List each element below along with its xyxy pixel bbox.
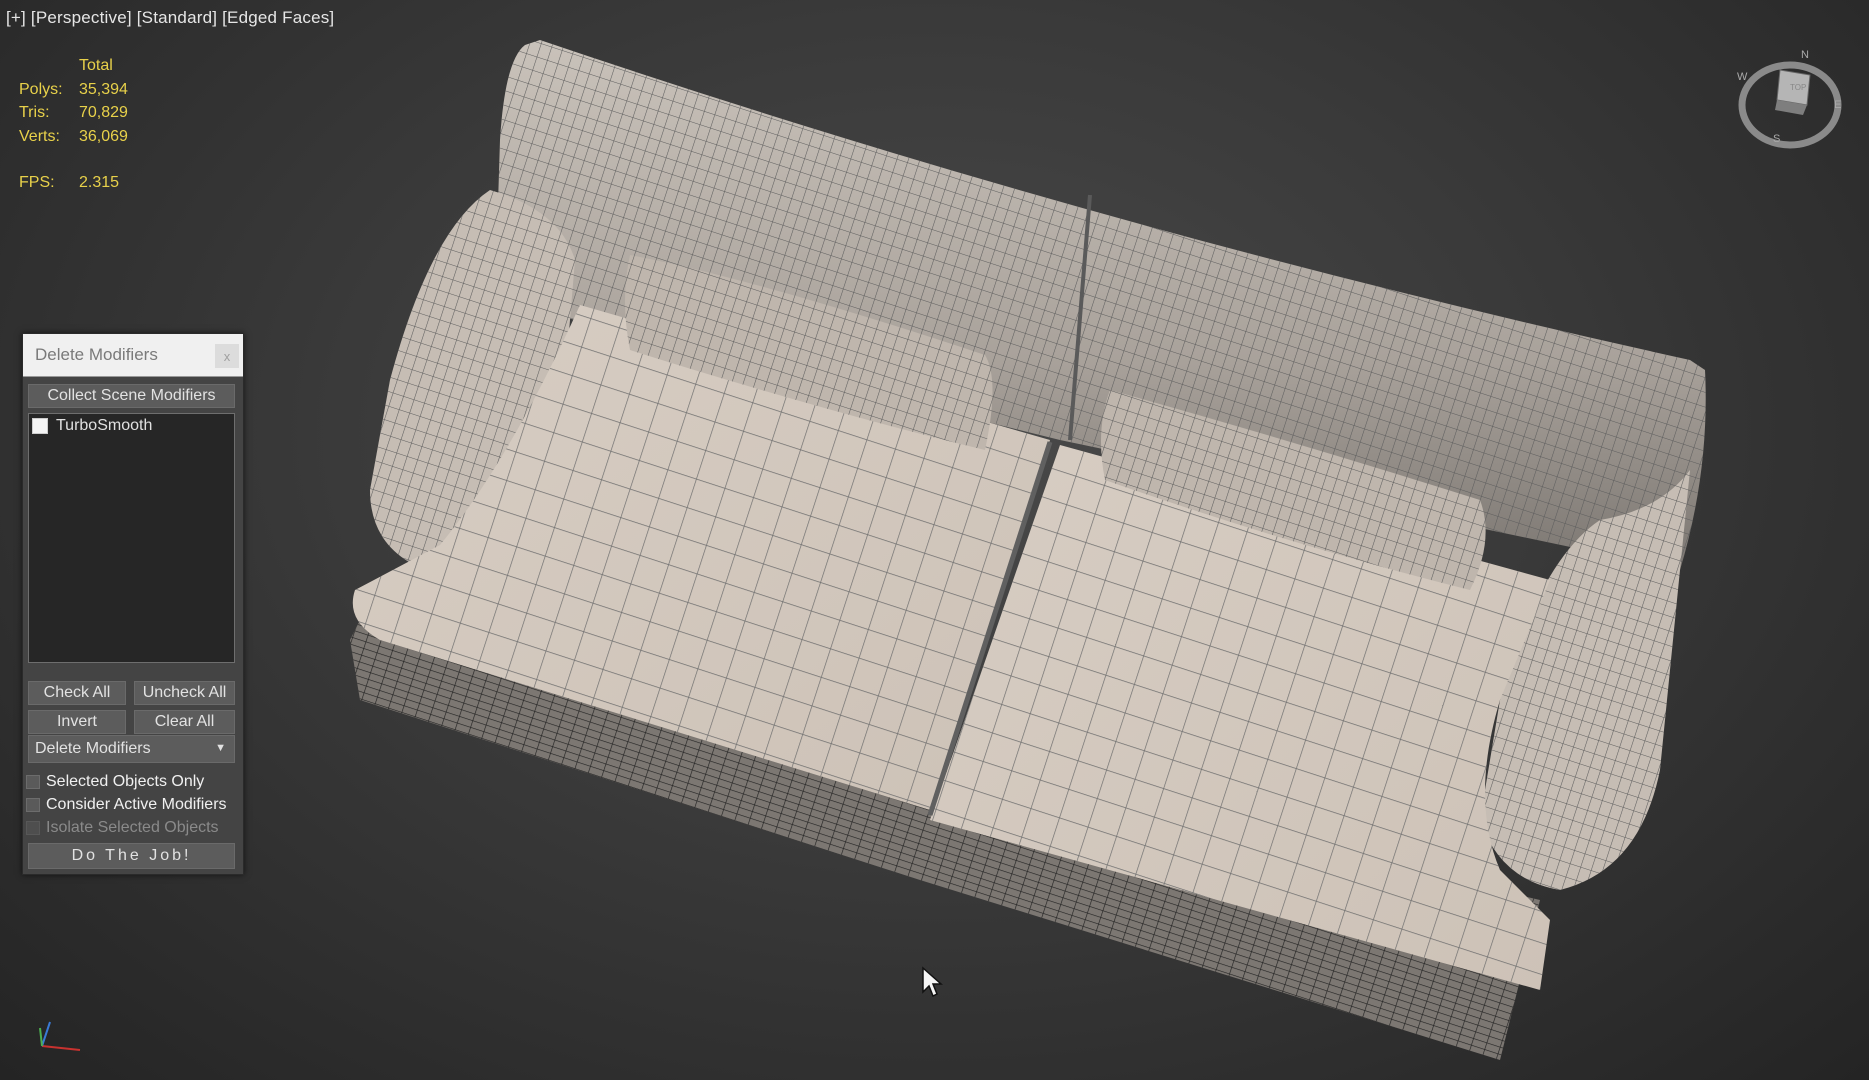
isolate-selected-objects-option: Isolate Selected Objects: [26, 819, 219, 837]
modifier-checkbox[interactable]: [32, 418, 48, 434]
checkbox[interactable]: [26, 775, 40, 789]
option-label: Selected Objects Only: [46, 773, 205, 790]
viewport-plus-menu[interactable]: [+]: [6, 8, 26, 27]
viewcube-face-label: TOP: [1790, 83, 1806, 92]
stats-value: 70,829: [79, 104, 128, 121]
stats-value: 36,069: [79, 127, 128, 145]
clear-all-button[interactable]: Clear All: [134, 710, 235, 734]
panel-title-bar[interactable]: Delete Modifiers x: [23, 334, 243, 377]
collect-scene-modifiers-button[interactable]: Collect Scene Modifiers: [28, 384, 235, 408]
checkbox: [26, 821, 40, 835]
compass-east: E: [1834, 99, 1841, 111]
stats-tris: Tris: 70,829: [19, 101, 128, 125]
viewport-edged-faces-menu[interactable]: [Edged Faces]: [222, 8, 334, 27]
mouse-cursor-icon: [922, 966, 943, 998]
invert-button[interactable]: Invert: [28, 710, 126, 734]
compass-south: S: [1773, 133, 1780, 145]
viewcube[interactable]: TOP N E S W: [1735, 50, 1845, 150]
uncheck-all-button[interactable]: Uncheck All: [134, 681, 235, 705]
list-item[interactable]: TurboSmooth: [29, 415, 234, 437]
option-label: Consider Active Modifiers: [46, 796, 227, 813]
viewport-label: [+] [Perspective] [Standard] [Edged Face…: [6, 8, 334, 28]
mode-dropdown[interactable]: Delete Modifiers ▼: [28, 735, 235, 763]
option-label: Isolate Selected Objects: [46, 819, 219, 836]
mode-dropdown-value: Delete Modifiers: [35, 740, 151, 757]
close-icon: x: [223, 348, 231, 364]
modifier-name: TurboSmooth: [56, 417, 153, 434]
stats-label: Polys:: [19, 80, 63, 98]
close-button[interactable]: x: [215, 344, 239, 368]
stats-value: 2.315: [79, 174, 120, 191]
panel-title: Delete Modifiers: [35, 345, 158, 364]
compass-west: W: [1737, 71, 1748, 83]
chevron-down-icon: ▼: [215, 742, 226, 754]
modifiers-list[interactable]: TurboSmooth: [28, 413, 235, 663]
stats-polys: Polys: 35,394: [19, 78, 128, 102]
stats-fps: FPS: 2.315: [19, 171, 128, 195]
scene-statistics: Total Polys: 35,394 Tris: 70,829 Verts: 36,…: [19, 54, 128, 195]
checkbox[interactable]: [26, 798, 40, 812]
do-the-job-button[interactable]: Do The Job!: [28, 843, 235, 869]
compass-north: N: [1801, 50, 1809, 61]
stats-label: Tris:: [19, 104, 50, 121]
sofa-model: [350, 40, 1706, 1060]
stats-label: FPS:: [19, 174, 55, 191]
stats-header: Total: [79, 57, 113, 74]
viewport-shading-mode-menu[interactable]: [Standard]: [137, 8, 217, 27]
selected-objects-only-option[interactable]: Selected Objects Only: [26, 773, 204, 791]
stats-value: 35,394: [79, 80, 128, 98]
axis-tripod-icon: [39, 1021, 81, 1051]
stats-label: Verts:: [19, 127, 60, 145]
delete-modifiers-panel: Delete Modifiers x Collect Scene Modifie…: [22, 333, 244, 875]
consider-active-modifiers-option[interactable]: Consider Active Modifiers: [26, 796, 227, 814]
viewport-pov-menu[interactable]: [Perspective]: [31, 8, 132, 27]
stats-verts: Verts: 36,069: [19, 125, 128, 149]
check-all-button[interactable]: Check All: [28, 681, 126, 705]
